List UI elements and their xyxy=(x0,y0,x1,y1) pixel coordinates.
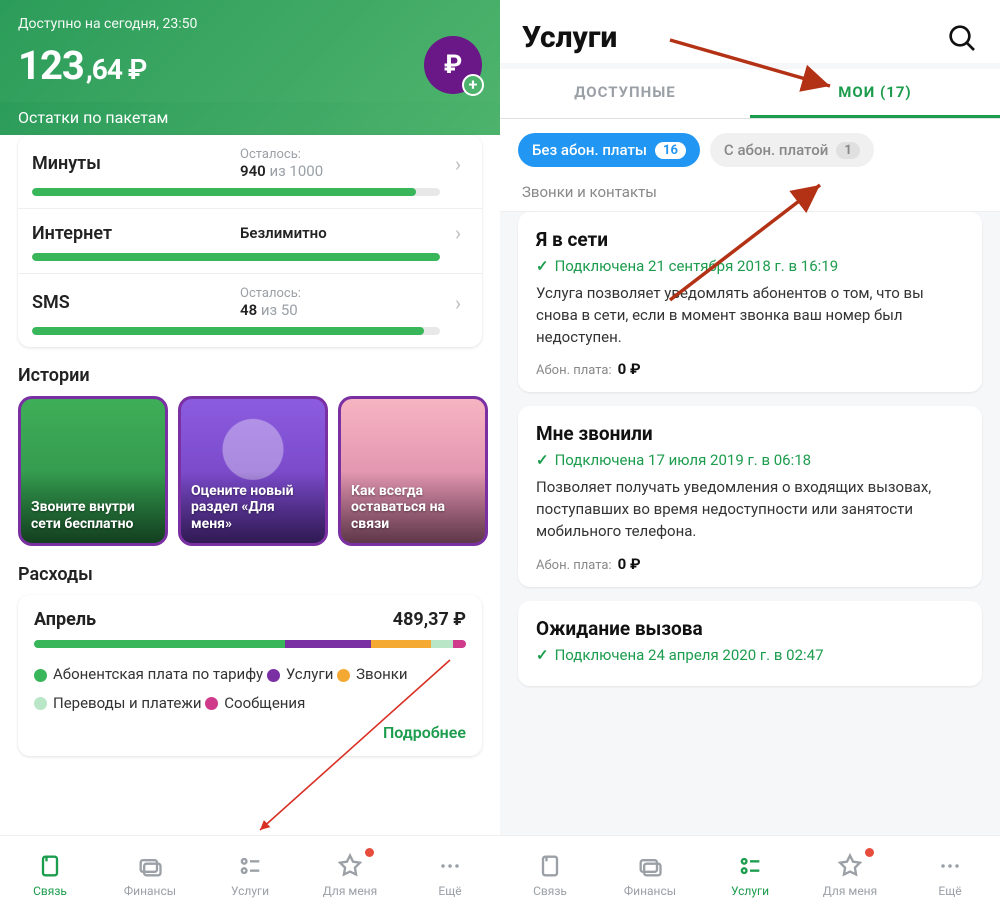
tab-services[interactable]: Услуги xyxy=(206,852,294,898)
stories-row: Звоните внутри сети бесплатно Оцените но… xyxy=(0,396,500,546)
tab-more[interactable]: Ещё xyxy=(906,852,994,898)
service-card[interactable]: Я в сети Подключена 21 сентября 2018 г. … xyxy=(518,212,982,392)
tab-finance[interactable]: Финансы xyxy=(606,852,694,898)
tab-label: Услуги xyxy=(231,884,269,898)
service-fee: Абон. плата:0 ₽ xyxy=(536,360,964,378)
expenses-more-link[interactable]: Подробнее xyxy=(34,723,466,742)
chip-label: С абон. платой xyxy=(724,141,828,159)
packet-of: из 50 xyxy=(257,301,298,319)
packet-value: 48 xyxy=(240,301,257,319)
tab-mine[interactable]: МОИ (17) xyxy=(750,69,1000,118)
packet-value: Безлимитно xyxy=(240,224,327,242)
tab-connect[interactable]: Связь xyxy=(6,852,94,898)
expenses-month: Апрель xyxy=(34,609,96,630)
balance-currency: ₽ xyxy=(128,53,146,86)
chevron-right-icon: › xyxy=(448,152,468,176)
expenses-bar xyxy=(34,640,466,648)
balance-main: 123 xyxy=(18,42,84,89)
category-title: Звонки и контакты xyxy=(500,181,1000,212)
tabbar: Связь Финансы Услуги Для меня Ещё xyxy=(500,835,1000,913)
service-status: Подключена 24 апреля 2020 г. в 02:47 xyxy=(536,646,964,664)
expenses-title: Расходы xyxy=(0,546,500,595)
packet-remaining-label: Осталось: xyxy=(240,286,440,301)
service-desc: Услуга позволяет уведомлять абонентов о … xyxy=(536,283,964,348)
stories-title: Истории xyxy=(0,347,500,396)
service-fee: Абон. плата:0 ₽ xyxy=(536,555,964,573)
tab-label: Финансы xyxy=(124,884,176,898)
tab-forme[interactable]: Для меня xyxy=(306,852,394,898)
packet-of: из 1000 xyxy=(266,162,323,180)
service-desc: Позволяет получать уведомления о входящи… xyxy=(536,477,964,542)
packets-title: Остатки по пакетам xyxy=(0,102,500,135)
service-card[interactable]: Ожидание вызова Подключена 24 апреля 202… xyxy=(518,601,982,686)
chip-with-fee[interactable]: С абон. платой 1 xyxy=(710,133,874,167)
service-card[interactable]: Мне звонили Подключена 17 июля 2019 г. в… xyxy=(518,406,982,586)
tab-label: Связь xyxy=(533,884,567,898)
tab-services[interactable]: Услуги xyxy=(706,852,794,898)
plus-icon: + xyxy=(462,74,484,96)
packet-name: Интернет xyxy=(32,223,232,244)
service-status: Подключена 17 июля 2019 г. в 06:18 xyxy=(536,451,964,469)
tab-label: Ещё xyxy=(438,884,461,898)
notification-badge xyxy=(365,848,374,857)
tab-label: Связь xyxy=(33,884,67,898)
packet-sms[interactable]: SMS Осталось: 48 из 50 › xyxy=(18,273,482,347)
chip-count: 16 xyxy=(655,142,686,159)
search-icon[interactable] xyxy=(946,22,978,54)
service-tabs: ДОСТУПНЫЕ МОИ (17) xyxy=(500,69,1000,119)
tab-label: Услуги xyxy=(731,884,769,898)
story-card[interactable]: Как всегда оставаться на связи xyxy=(338,396,488,546)
services-list: Я в сети Подключена 21 сентября 2018 г. … xyxy=(500,212,1000,913)
story-text: Звоните внутри сети бесплатно xyxy=(31,499,155,533)
packet-internet[interactable]: Интернет Безлимитно › xyxy=(18,208,482,273)
expenses-legend: Абонентская плата по тарифу Услуги Звонк… xyxy=(34,660,466,717)
notification-badge xyxy=(865,848,874,857)
tab-label: Ещё xyxy=(938,884,961,898)
service-title: Ожидание вызова xyxy=(536,617,964,640)
balance-amount[interactable]: 123 ,64 ₽ xyxy=(18,42,146,89)
tab-label: Для меня xyxy=(823,884,877,898)
page-title: Услуги xyxy=(522,20,617,55)
chip-no-fee[interactable]: Без абон. платы 16 xyxy=(518,133,700,167)
packet-minutes[interactable]: Минуты Осталось: 940 из 1000 › xyxy=(18,135,482,208)
tabbar: Связь Финансы Услуги Для меня Ещё xyxy=(0,835,500,913)
available-label: Доступно на сегодня, 23:50 xyxy=(18,16,482,32)
tab-label: Для меня xyxy=(323,884,377,898)
service-title: Мне звонили xyxy=(536,422,964,445)
chip-count: 1 xyxy=(836,142,859,159)
packet-name: SMS xyxy=(32,292,232,313)
service-title: Я в сети xyxy=(536,228,964,251)
packets-card: Минуты Осталось: 940 из 1000 › Интернет … xyxy=(18,135,482,347)
chevron-right-icon: › xyxy=(448,221,468,245)
packet-value: 940 xyxy=(240,162,266,180)
story-text: Оцените новый раздел «Для меня» xyxy=(191,483,315,533)
balance-fraction: ,64 xyxy=(86,53,122,86)
story-card[interactable]: Оцените новый раздел «Для меня» xyxy=(178,396,328,546)
chevron-right-icon: › xyxy=(448,291,468,315)
tab-forme[interactable]: Для меня xyxy=(806,852,894,898)
tab-label: Финансы xyxy=(624,884,676,898)
tab-more[interactable]: Ещё xyxy=(406,852,494,898)
story-card[interactable]: Звоните внутри сети бесплатно xyxy=(18,396,168,546)
tab-available[interactable]: ДОСТУПНЫЕ xyxy=(500,69,750,118)
story-text: Как всегда оставаться на связи xyxy=(351,483,475,533)
tab-connect[interactable]: Связь xyxy=(506,852,594,898)
packet-name: Минуты xyxy=(32,153,232,174)
tab-finance[interactable]: Финансы xyxy=(106,852,194,898)
expenses-card[interactable]: Апрель 489,37 ₽ Абонентская плата по тар… xyxy=(18,595,482,756)
topup-button[interactable]: ₽+ xyxy=(424,36,482,94)
packet-remaining-label: Осталось: xyxy=(240,147,440,162)
chip-label: Без абон. платы xyxy=(532,141,647,159)
expenses-amount: 489,37 ₽ xyxy=(393,609,466,630)
service-status: Подключена 21 сентября 2018 г. в 16:19 xyxy=(536,257,964,275)
